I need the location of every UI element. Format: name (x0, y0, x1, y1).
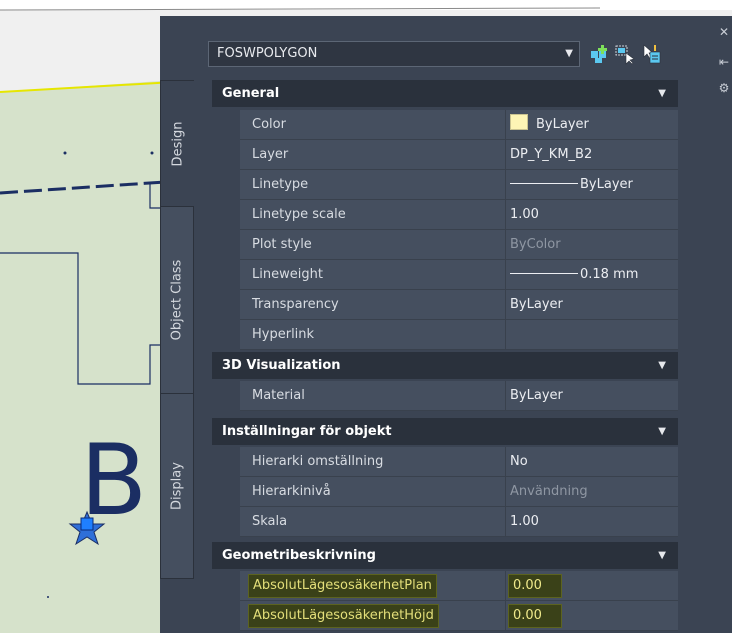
property-value[interactable]: ByLayer (506, 381, 678, 411)
category-general[interactable]: General ▼ (212, 80, 678, 107)
properties-palette: Design Object Class Display FOSWPOLYGON … (160, 16, 714, 633)
property-name: Transparency (240, 290, 506, 320)
property-value[interactable]: 0.18 mm (506, 260, 678, 290)
tab-object-class-label: Object Class (169, 259, 185, 341)
property-row-hierarki-omstallning[interactable]: Hierarki omställning No (212, 447, 678, 477)
row-gutter (212, 170, 240, 200)
property-value[interactable] (506, 320, 678, 350)
select-objects-icon[interactable] (614, 43, 636, 65)
property-name: Linetype (240, 170, 506, 200)
property-value-text: ByLayer (580, 177, 633, 192)
property-value[interactable]: 0.00 (506, 571, 678, 601)
row-gutter (212, 571, 240, 601)
property-name: Lineweight (240, 260, 506, 290)
property-row-linetype-scale[interactable]: Linetype scale 1.00 (212, 200, 678, 230)
property-row-hyperlink[interactable]: Hyperlink (212, 320, 678, 350)
category-label: Inställningar för objekt (222, 424, 392, 439)
chevron-down-icon: ▼ (565, 48, 573, 59)
category-geometribeskrivning[interactable]: Geometribeskrivning ▼ (212, 542, 678, 569)
property-name: AbsolutLägesosäkerhetPlan (240, 571, 506, 601)
object-type-dropdown[interactable]: FOSWPOLYGON ▼ (208, 41, 580, 67)
tab-object-class[interactable]: Object Class (160, 206, 194, 394)
property-value[interactable]: ByLayer (506, 110, 678, 140)
drawing-label: B (80, 424, 148, 538)
property-value-text: ByLayer (536, 117, 589, 132)
category-label: Geometribeskrivning (222, 548, 376, 563)
palette-title-strip[interactable]: ✕ ⇤ ⚙ (714, 16, 732, 633)
auto-hide-icon[interactable]: ⇤ (718, 56, 730, 68)
tab-design-label: Design (170, 121, 185, 166)
color-swatch-icon (510, 114, 528, 130)
category-3d-visualization[interactable]: 3D Visualization ▼ (212, 352, 678, 379)
collapse-icon[interactable]: ▼ (658, 352, 666, 379)
property-row-linetype[interactable]: Linetype ByLayer (212, 170, 678, 200)
object-type-value: FOSWPOLYGON (217, 46, 318, 61)
tab-display-label: Display (169, 462, 185, 510)
tab-display[interactable]: Display (160, 393, 194, 579)
property-name: Skala (240, 507, 506, 537)
row-gutter (212, 507, 240, 537)
row-gutter (212, 381, 240, 411)
property-name: AbsolutLägesosäkerhetHöjd (240, 601, 506, 631)
property-value[interactable]: ByLayer (506, 170, 678, 200)
property-value[interactable]: 1.00 (506, 507, 678, 537)
highlighted-property-name: AbsolutLägesosäkerhetPlan (248, 574, 437, 598)
property-name: Linetype scale (240, 200, 506, 230)
row-gutter (212, 601, 240, 631)
property-name: Color (240, 110, 506, 140)
linetype-preview (510, 183, 578, 184)
property-value[interactable]: DP_Y_KM_B2 (506, 140, 678, 170)
row-gutter (212, 200, 240, 230)
property-value[interactable]: ByLayer (506, 290, 678, 320)
collapse-icon[interactable]: ▼ (658, 542, 666, 569)
close-icon[interactable]: ✕ (718, 26, 730, 38)
property-name: Hierarkinivå (240, 477, 506, 507)
property-row-plot-style[interactable]: Plot style ByColor (212, 230, 678, 260)
lineweight-preview (510, 273, 578, 274)
row-gutter (212, 290, 240, 320)
row-gutter (212, 447, 240, 477)
property-row-skala[interactable]: Skala 1.00 (212, 507, 678, 537)
toggle-pickadd-icon[interactable] (640, 43, 662, 65)
properties-icon[interactable]: ⚙ (718, 82, 730, 94)
row-gutter (212, 140, 240, 170)
property-name: Layer (240, 140, 506, 170)
property-value[interactable]: No (506, 447, 678, 477)
property-row-lineweight[interactable]: Lineweight 0.18 mm (212, 260, 678, 290)
property-row-absolut-plan[interactable]: AbsolutLägesosäkerhetPlan 0.00 (212, 571, 678, 601)
property-name: Hierarki omställning (240, 447, 506, 477)
property-row-hierarkiniva[interactable]: Hierarkinivå Användning (212, 477, 678, 507)
property-name: Hyperlink (240, 320, 506, 350)
property-value: ByColor (506, 230, 678, 260)
row-gutter (212, 260, 240, 290)
highlighted-property-name: AbsolutLägesosäkerhetHöjd (248, 604, 439, 628)
category-label: 3D Visualization (222, 358, 341, 373)
collapse-icon[interactable]: ▼ (658, 80, 666, 107)
category-installningar[interactable]: Inställningar för objekt ▼ (212, 418, 678, 445)
row-gutter (212, 477, 240, 507)
property-row-layer[interactable]: Layer DP_Y_KM_B2 (212, 140, 678, 170)
row-gutter (212, 230, 240, 260)
row-gutter (212, 110, 240, 140)
quick-select-icon[interactable] (588, 43, 610, 65)
collapse-icon[interactable]: ▼ (658, 418, 666, 445)
row-gutter (212, 320, 240, 350)
property-row-color[interactable]: Color ByLayer (212, 110, 678, 140)
property-value[interactable]: 0.00 (506, 601, 678, 631)
property-name: Plot style (240, 230, 506, 260)
property-value: Användning (506, 477, 678, 507)
property-value-text: 0.18 mm (580, 267, 639, 282)
property-name: Material (240, 381, 506, 411)
tab-design[interactable]: Design (160, 80, 194, 207)
highlighted-property-value: 0.00 (508, 574, 562, 598)
category-label: General (222, 86, 280, 101)
property-value[interactable]: 1.00 (506, 200, 678, 230)
property-row-material[interactable]: Material ByLayer (212, 381, 678, 411)
property-row-absolut-hojd[interactable]: AbsolutLägesosäkerhetHöjd 0.00 (212, 601, 678, 631)
property-row-transparency[interactable]: Transparency ByLayer (212, 290, 678, 320)
highlighted-property-value: 0.00 (508, 604, 562, 628)
